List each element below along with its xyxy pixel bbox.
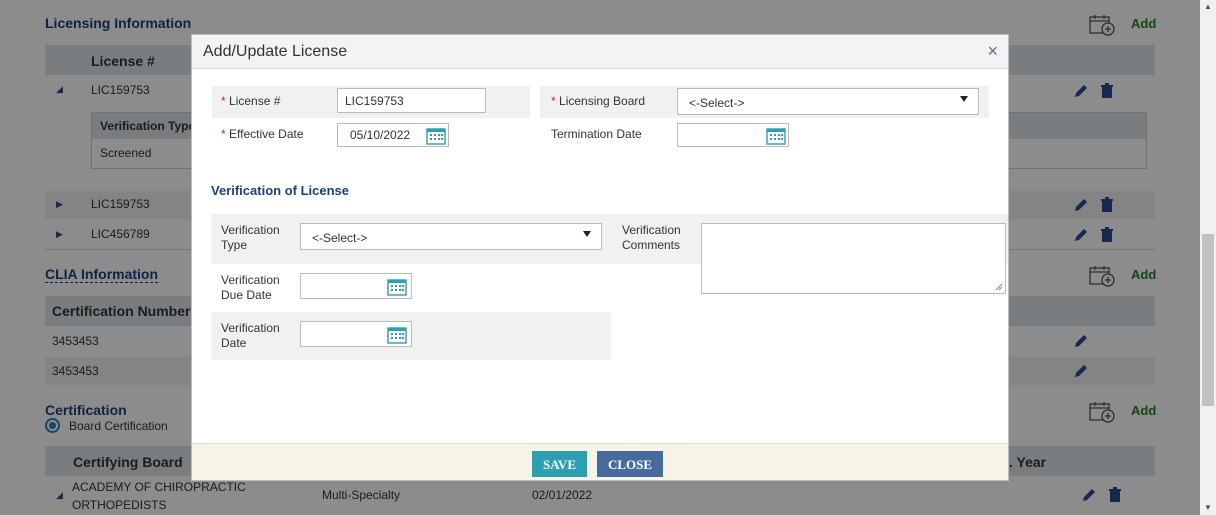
resize-handle-icon[interactable] bbox=[995, 283, 1003, 291]
required-mark: * bbox=[221, 127, 226, 141]
caret-down-icon bbox=[583, 231, 591, 237]
licensing-board-label: * Licensing Board bbox=[551, 94, 645, 109]
verification-type-select[interactable]: <-Select-> bbox=[300, 223, 602, 250]
licensing-board-value: <-Select-> bbox=[689, 96, 745, 110]
license-modal: Add/Update License × * License # * Licen… bbox=[191, 34, 1009, 481]
required-mark: * bbox=[551, 94, 556, 108]
verification-date-label-line1: Verification bbox=[221, 321, 280, 335]
calendar-icon[interactable] bbox=[766, 127, 786, 145]
verification-due-date-label: Verification Due Date bbox=[221, 273, 280, 303]
verification-comments-label: Verification Comments bbox=[622, 223, 681, 253]
verification-due-date-label-line2: Due Date bbox=[221, 288, 272, 302]
verification-type-label-line1: Verification bbox=[221, 223, 280, 237]
verification-type-label: Verification Type bbox=[221, 223, 280, 253]
effective-date-input[interactable]: 05/10/2022 bbox=[337, 123, 449, 147]
modal-title: Add/Update License bbox=[203, 43, 348, 60]
effective-date-value: 05/10/2022 bbox=[350, 128, 411, 142]
termination-date-label: Termination Date bbox=[551, 127, 642, 141]
modal-header: Add/Update License × bbox=[192, 35, 1008, 69]
calendar-icon[interactable] bbox=[387, 278, 407, 296]
verification-comments-textarea[interactable] bbox=[701, 223, 1006, 294]
calendar-icon[interactable] bbox=[387, 326, 407, 344]
calendar-icon[interactable] bbox=[426, 127, 446, 145]
verification-date-input[interactable] bbox=[300, 321, 412, 347]
verification-due-date-input[interactable] bbox=[300, 273, 412, 299]
licensing-board-select[interactable]: <-Select-> bbox=[677, 88, 979, 115]
required-mark: * bbox=[221, 94, 226, 108]
verification-comments-label-line1: Verification bbox=[622, 223, 681, 237]
verification-heading: Verification of License bbox=[211, 183, 349, 198]
verification-type-value: <-Select-> bbox=[312, 231, 368, 245]
caret-down-icon bbox=[960, 96, 968, 102]
scroll-thumb[interactable] bbox=[1202, 234, 1214, 406]
licensing-board-label-text: Licensing Board bbox=[559, 94, 646, 108]
save-button[interactable]: SAVE bbox=[532, 451, 587, 477]
verification-date-label: Verification Date bbox=[221, 321, 280, 351]
license-label-text: License # bbox=[229, 94, 281, 108]
scroll-down-arrow[interactable]: ▼ bbox=[1200, 501, 1216, 515]
effective-date-label: * Effective Date bbox=[221, 127, 304, 142]
verification-date-label-line2: Date bbox=[221, 336, 247, 350]
verification-comments-label-line2: Comments bbox=[622, 238, 681, 252]
modal-footer: SAVE CLOSE bbox=[192, 443, 1008, 480]
license-label: * License # bbox=[221, 94, 280, 109]
effective-date-label-text: Effective Date bbox=[229, 127, 304, 141]
verification-type-label-line2: Type bbox=[221, 238, 248, 252]
termination-date-input[interactable] bbox=[677, 123, 789, 147]
verification-due-date-label-line1: Verification bbox=[221, 273, 280, 287]
scroll-up-arrow[interactable]: ▲ bbox=[1200, 0, 1216, 14]
license-input[interactable] bbox=[337, 88, 486, 113]
close-icon[interactable]: × bbox=[987, 42, 998, 60]
close-button[interactable]: CLOSE bbox=[597, 451, 663, 477]
